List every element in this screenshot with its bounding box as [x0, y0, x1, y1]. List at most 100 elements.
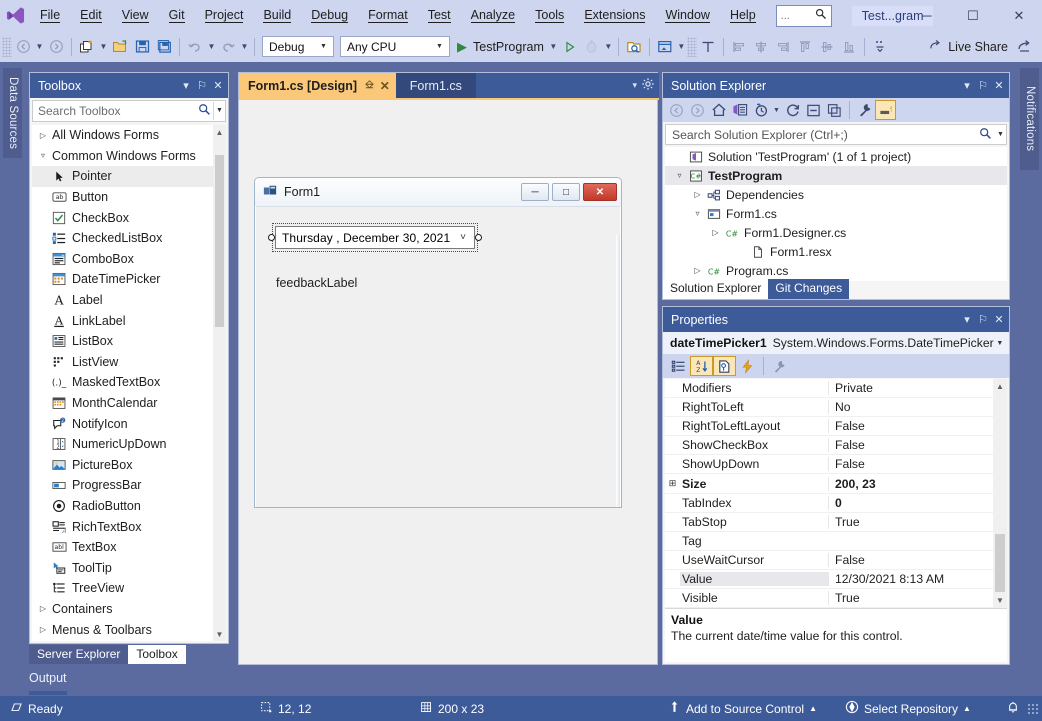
form-maximize-button[interactable]: □	[552, 183, 580, 201]
menu-item-extensions[interactable]: Extensions	[574, 0, 655, 31]
toolbox-item-pointer[interactable]: Pointer	[32, 166, 214, 187]
hot-reload-icon[interactable]	[581, 35, 603, 59]
hot-reload-dropdown-icon[interactable]: ▼	[603, 35, 614, 59]
tree-row-form1-designer-cs[interactable]: ▷ C# Form1.Designer.cs	[665, 223, 1007, 242]
designer-window-icon[interactable]	[654, 35, 676, 59]
tab-order-icon[interactable]	[697, 35, 719, 59]
redo-dropdown-icon[interactable]: ▼	[239, 35, 250, 59]
toolbox-item-tooltip[interactable]: ToolTip	[32, 557, 214, 578]
pin-icon[interactable]: ⎒	[365, 79, 374, 92]
live-share-button[interactable]: Live Share	[922, 35, 1014, 59]
designer-form-window[interactable]: Form1 ─ □ ✕ Thursday , December 30, 2021…	[254, 177, 622, 508]
property-value[interactable]: 200, 23	[828, 476, 1007, 491]
toolbox-search-input[interactable]: Search Toolbox ▼	[32, 100, 226, 122]
caret-up-icon[interactable]: ▲	[809, 704, 817, 713]
toolbox-item-linklabel[interactable]: A LinkLabel	[32, 310, 214, 331]
toolbox-group-data[interactable]: ▷ Data	[32, 640, 214, 641]
editor-tab-form1-design[interactable]: Form1.cs [Design] ⎒ ✕	[239, 73, 396, 98]
resize-handle-left[interactable]	[268, 234, 275, 241]
arrow-forward-icon[interactable]	[45, 35, 67, 59]
maximize-button[interactable]: ☐	[950, 0, 996, 31]
properties-wrench-icon[interactable]	[854, 100, 875, 120]
designer-canvas[interactable]: Form1 ─ □ ✕ Thursday , December 30, 2021…	[239, 100, 657, 664]
toolbox-item-checkbox[interactable]: CheckBox	[32, 207, 214, 228]
property-value[interactable]: True	[828, 514, 1007, 529]
solution-explorer-search-input[interactable]: Search Solution Explorer (Ctrl+;) ▼	[665, 124, 1007, 145]
menu-item-window[interactable]: Window	[655, 0, 719, 31]
scrollbar-thumb[interactable]	[995, 534, 1005, 592]
datetimepicker-selection-wrapper[interactable]: Thursday , December 30, 2021 ˅	[268, 223, 482, 252]
new-project-icon[interactable]	[76, 35, 98, 59]
toolbox-item-numericupdown[interactable]: 12 NumericUpDown	[32, 434, 214, 455]
property-value[interactable]: No	[828, 400, 1007, 415]
undo-icon[interactable]	[184, 35, 206, 59]
redo-icon[interactable]	[217, 35, 239, 59]
show-all-files-icon[interactable]	[824, 100, 845, 120]
feedback-icon[interactable]	[1014, 35, 1036, 59]
property-row-showcheckbox[interactable]: ShowCheckBox False	[665, 436, 1007, 456]
toolbox-item-notifyicon[interactable]: 2 NotifyIcon	[32, 413, 214, 434]
gear-icon[interactable]	[641, 77, 655, 94]
toolbox-item-textbox[interactable]: abl TextBox	[32, 537, 214, 558]
toolbox-item-button[interactable]: ab Button	[32, 187, 214, 208]
start-dropdown-icon[interactable]: ▼	[548, 35, 559, 59]
dock-tab-solution-explorer[interactable]: Solution Explorer	[663, 279, 769, 299]
chevron-down-icon[interactable]: ▿	[673, 171, 686, 180]
categorized-icon[interactable]	[667, 356, 690, 376]
property-value[interactable]: 0	[828, 495, 1007, 510]
chevron-down-icon[interactable]: ▼	[994, 340, 1006, 347]
chevron-right-icon[interactable]: ▷	[691, 190, 704, 199]
preview-selected-items-icon[interactable]	[875, 100, 896, 120]
menu-item-project[interactable]: Project	[195, 0, 254, 31]
scroll-up-icon[interactable]: ▲	[213, 125, 226, 139]
resize-grip[interactable]	[1027, 702, 1039, 715]
properties-pin-button[interactable]: ⚐	[975, 310, 991, 330]
chevron-down-icon[interactable]: ▼	[771, 100, 782, 120]
toolbox-group-menus-toolbars[interactable]: ▷ Menus & Toolbars	[32, 619, 214, 640]
arrow-back-icon[interactable]	[12, 35, 34, 59]
property-row-tabstop[interactable]: TabStop True	[665, 513, 1007, 532]
toolbox-group-all-windows-forms[interactable]: ▷ All Windows Forms	[32, 125, 214, 146]
toolbox-item-progressbar[interactable]: ProgressBar	[32, 475, 214, 496]
save-all-icon[interactable]	[153, 35, 175, 59]
property-pages-wrench-icon[interactable]	[768, 356, 791, 376]
toolbox-item-listbox[interactable]: ListBox	[32, 331, 214, 352]
toolbox-item-datetimepicker[interactable]: DateTimePicker	[32, 269, 214, 290]
menu-item-tools[interactable]: Tools	[525, 0, 574, 31]
property-value[interactable]: True	[828, 591, 1007, 606]
properties-menu-button[interactable]: ▾	[959, 310, 975, 330]
properties-close-button[interactable]: ✕	[991, 310, 1007, 330]
properties-page-icon[interactable]	[713, 356, 736, 376]
toolbox-group-common-windows-forms[interactable]: ▿ Common Windows Forms	[32, 146, 214, 167]
toolbox-item-label[interactable]: A Label	[32, 290, 214, 311]
find-in-window-icon[interactable]	[623, 35, 645, 59]
align-centers-icon[interactable]	[750, 35, 772, 59]
tree-row-dependencies[interactable]: ▷ Dependencies	[665, 185, 1007, 204]
minimize-button[interactable]: ─	[904, 0, 950, 31]
menu-item-build[interactable]: Build	[253, 0, 301, 31]
caret-up-icon[interactable]: ▲	[963, 704, 971, 713]
forward-icon[interactable]	[687, 100, 708, 120]
status-select-repository[interactable]: Select Repository ▲	[845, 700, 971, 717]
toolbox-item-richtextbox[interactable]: A RichTextBox	[32, 516, 214, 537]
resize-handle-right[interactable]	[475, 234, 482, 241]
toolbox-close-button[interactable]: ✕	[210, 76, 226, 96]
property-value[interactable]: False	[828, 457, 1007, 472]
toolbox-item-picturebox[interactable]: PictureBox	[32, 455, 214, 476]
tree-row-testprogram[interactable]: ▿ C# TestProgram	[665, 166, 1007, 185]
play-outline-icon[interactable]	[559, 35, 581, 59]
property-row-visible[interactable]: Visible True	[665, 589, 1007, 608]
datetimepicker-control[interactable]: Thursday , December 30, 2021 ˅	[275, 226, 475, 249]
scrollbar-thumb[interactable]	[215, 155, 224, 327]
toolbox-item-combobox[interactable]: ComboBox	[32, 249, 214, 270]
feedback-label[interactable]: feedbackLabel	[276, 276, 357, 290]
pending-changes-icon[interactable]	[750, 100, 771, 120]
tree-row-solution[interactable]: Solution 'TestProgram' (1 of 1 project)	[665, 147, 1007, 166]
scroll-up-icon[interactable]: ▲	[993, 379, 1007, 394]
events-lightning-icon[interactable]	[736, 356, 759, 376]
close-icon[interactable]: ✕	[380, 79, 390, 93]
form-minimize-button[interactable]: ─	[521, 183, 549, 201]
dock-tab-server-explorer[interactable]: Server Explorer	[29, 645, 129, 664]
form-titlebar[interactable]: Form1 ─ □ ✕	[255, 178, 621, 206]
chevron-down-icon[interactable]: ▼	[995, 131, 1006, 138]
